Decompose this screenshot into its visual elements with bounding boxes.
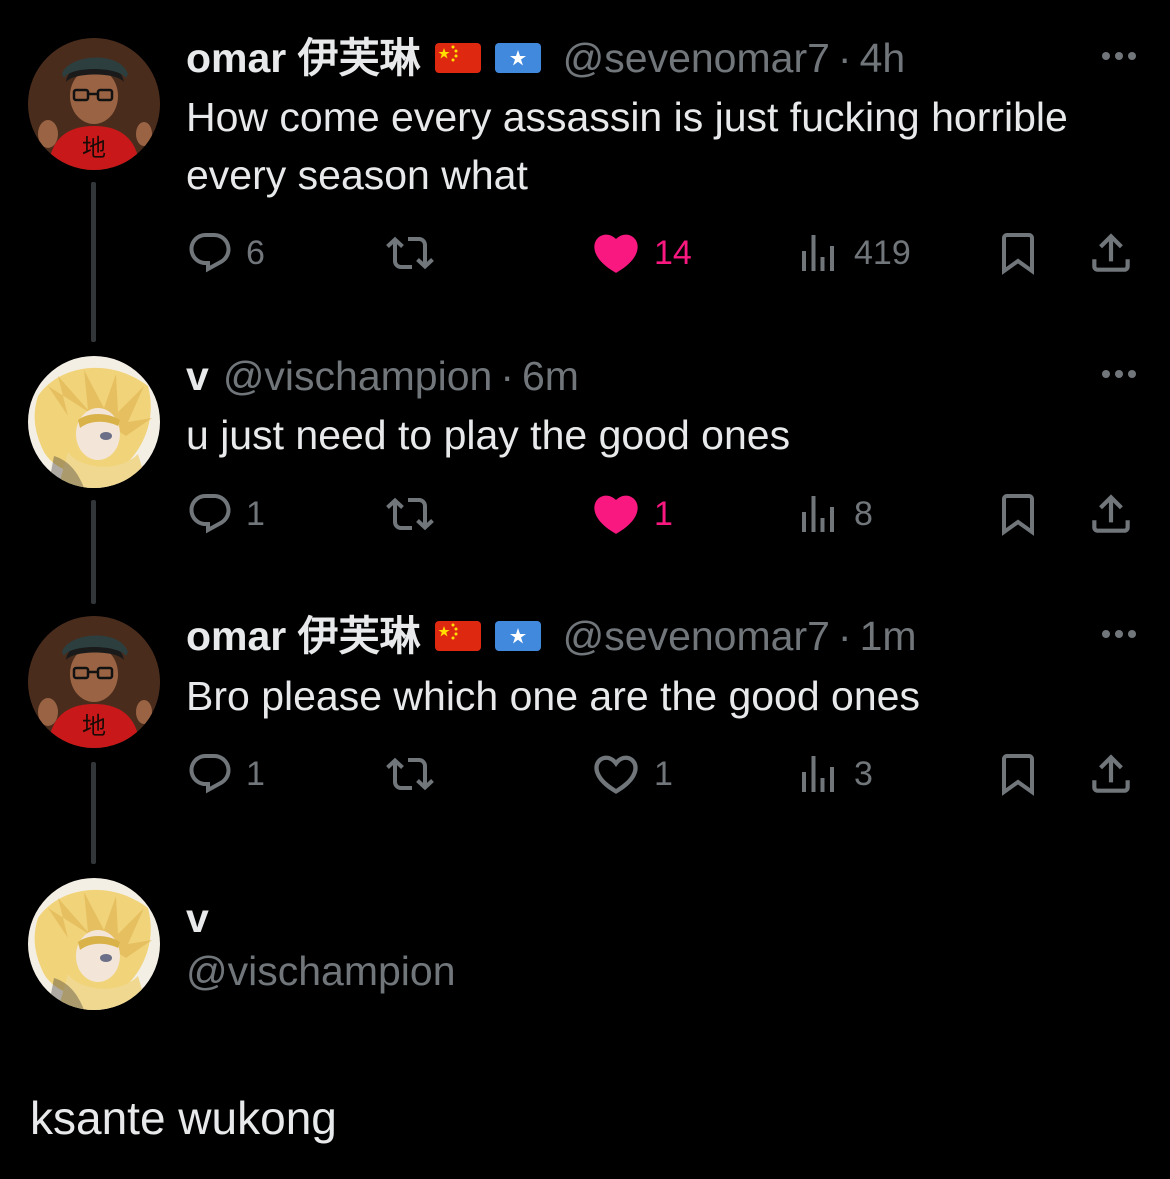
bookmark-button[interactable] <box>994 228 1042 278</box>
handle[interactable]: @sevenomar7 <box>563 614 830 658</box>
retweet-icon <box>386 750 434 798</box>
reply-button[interactable]: 1 <box>186 749 265 799</box>
china-flag-icon <box>434 621 481 651</box>
timestamp[interactable]: 4h <box>860 36 906 80</box>
separator-dot: · <box>837 613 852 659</box>
views-button[interactable]: 8 <box>794 489 873 539</box>
like-icon <box>590 748 642 800</box>
tweet-header: omar 伊芙琳 @sevenomar7 · 4h <box>186 36 905 80</box>
reply-icon <box>186 229 234 277</box>
china-flag-icon <box>434 43 481 73</box>
views-icon <box>794 229 842 277</box>
handle: @vischampion <box>186 948 456 994</box>
share-button[interactable] <box>1086 489 1136 539</box>
action-bar: 1 1 3 <box>186 749 1146 799</box>
retweet-button[interactable] <box>386 489 446 539</box>
thread-line <box>91 762 96 864</box>
reply-button[interactable]: 1 <box>186 489 265 539</box>
tweet-header: v @vischampion · 6m <box>186 354 579 398</box>
like-button[interactable]: 14 <box>590 228 692 278</box>
avatar[interactable] <box>28 616 160 748</box>
bookmark-button[interactable] <box>994 749 1042 799</box>
timestamp[interactable]: 6m <box>522 354 579 398</box>
tweet-text: Bro please which one are the good ones <box>186 673 920 719</box>
handle[interactable]: @sevenomar7 <box>563 36 830 80</box>
share-icon <box>1086 228 1136 278</box>
views-button[interactable]: 419 <box>794 228 911 278</box>
retweet-button[interactable] <box>386 228 446 278</box>
more-icon[interactable] <box>1102 52 1136 60</box>
views-icon <box>794 750 842 798</box>
display-name[interactable]: omar 伊芙琳 <box>186 36 421 80</box>
like-count: 1 <box>654 494 673 533</box>
like-icon <box>590 488 642 540</box>
like-count: 1 <box>654 754 673 793</box>
action-bar: 6 14 419 <box>186 228 1146 278</box>
share-icon <box>1086 749 1136 799</box>
composer-header: v <box>186 896 209 940</box>
reply-icon <box>186 490 234 538</box>
somalia-flag-icon <box>494 621 541 651</box>
like-count: 14 <box>654 233 692 272</box>
avatar[interactable] <box>28 38 160 170</box>
tweet-header: omar 伊芙琳 @sevenomar7 · 1m <box>186 614 917 658</box>
bookmark-button[interactable] <box>994 489 1042 539</box>
tweet-text: u just need to play the good ones <box>186 412 791 458</box>
thread-line <box>91 182 96 342</box>
retweet-button[interactable] <box>386 749 446 799</box>
reply-count: 6 <box>246 233 265 272</box>
reply-icon <box>186 750 234 798</box>
retweet-icon <box>386 490 434 538</box>
reply-text-input[interactable]: ksante wukong <box>30 1090 337 1146</box>
action-bar: 1 1 8 <box>186 489 1146 539</box>
separator-dot: · <box>500 353 514 399</box>
reply-count: 1 <box>246 754 265 793</box>
like-icon <box>590 227 642 279</box>
bookmark-icon <box>994 750 1042 798</box>
retweet-icon <box>386 229 434 277</box>
bookmark-icon <box>994 229 1042 277</box>
view-count: 8 <box>854 494 873 533</box>
separator-dot: · <box>837 35 852 81</box>
share-button[interactable] <box>1086 228 1136 278</box>
more-icon[interactable] <box>1102 370 1136 378</box>
thread-line <box>91 500 96 604</box>
reply-button[interactable]: 6 <box>186 228 265 278</box>
like-button[interactable]: 1 <box>590 749 673 799</box>
share-icon <box>1086 489 1136 539</box>
avatar[interactable] <box>28 356 160 488</box>
timestamp[interactable]: 1m <box>860 614 917 658</box>
reply-count: 1 <box>246 494 265 533</box>
tweet-text: How come every assassin is just fucking … <box>186 94 1068 198</box>
views-button[interactable]: 3 <box>794 749 873 799</box>
display-name[interactable]: omar 伊芙琳 <box>186 614 421 658</box>
like-button[interactable]: 1 <box>590 489 673 539</box>
more-icon[interactable] <box>1102 630 1136 638</box>
somalia-flag-icon <box>494 43 541 73</box>
display-name: v <box>186 895 209 941</box>
handle[interactable]: @vischampion <box>223 354 493 398</box>
view-count: 419 <box>854 233 911 272</box>
share-button[interactable] <box>1086 749 1136 799</box>
display-name[interactable]: v <box>186 354 209 398</box>
views-icon <box>794 490 842 538</box>
avatar[interactable] <box>28 878 160 1010</box>
bookmark-icon <box>994 490 1042 538</box>
view-count: 3 <box>854 754 873 793</box>
